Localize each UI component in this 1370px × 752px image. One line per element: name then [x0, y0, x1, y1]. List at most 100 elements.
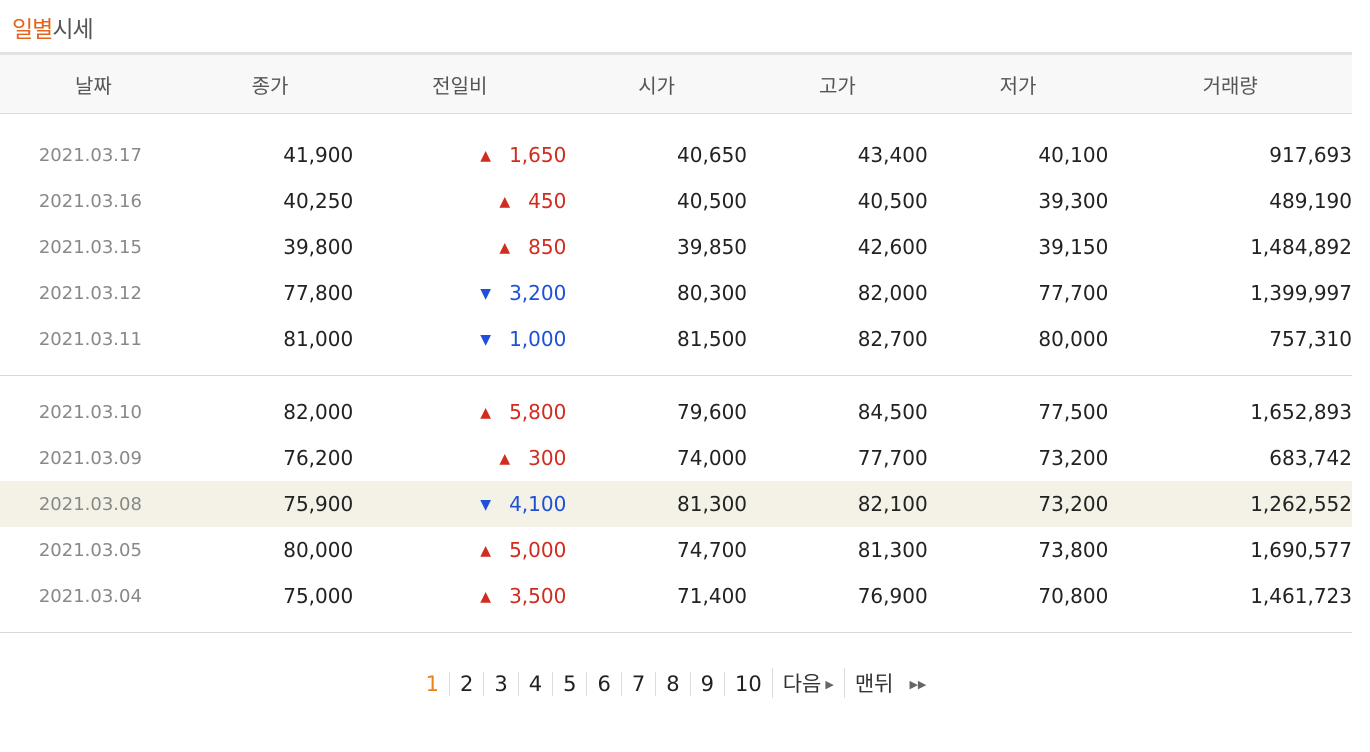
cell-low: 39,300	[1038, 189, 1109, 213]
cell-volume: 1,484,892	[1250, 235, 1352, 259]
cell-date: 2021.03.10	[38, 401, 142, 423]
cell-close: 80,000	[283, 538, 354, 562]
table-row: 2021.03.11 81,000 ▼ 1,000 81,500 82,700 80,000…	[0, 316, 1352, 362]
last-page-link[interactable]: 맨뒤 ▶▶	[843, 668, 937, 698]
change-value: 4,100	[509, 492, 567, 516]
cell-high: 42,600	[857, 235, 928, 259]
triangle-down-icon: ▼	[480, 332, 492, 348]
cell-close: 81,000	[283, 327, 354, 351]
page-link-1[interactable]: 1	[416, 672, 449, 696]
triangle-down-icon: ▼	[480, 286, 492, 302]
cell-low: 40,100	[1038, 143, 1109, 167]
cell-close: 39,800	[283, 235, 354, 259]
header-date: 날짜	[74, 73, 112, 98]
cell-volume: 1,461,723	[1250, 584, 1352, 608]
header-close: 종가	[251, 73, 289, 98]
change-value: 300	[528, 446, 567, 470]
page-link-6[interactable]: 6	[586, 672, 620, 696]
header-volume: 거래량	[1202, 73, 1258, 98]
next-page-link[interactable]: 다음 ▶	[771, 668, 844, 698]
table-row: 2021.03.05 80,000 ▲ 5,000 74,700 81,300 73,800…	[0, 527, 1352, 573]
last-page-label: 맨뒤	[854, 672, 894, 696]
cell-change: ▲ 300	[353, 435, 566, 481]
cell-open: 40,500	[677, 189, 748, 213]
change-value: 3,500	[509, 584, 567, 608]
cell-change: ▲ 450	[353, 178, 566, 224]
cell-open: 74,700	[677, 538, 748, 562]
triangle-down-icon: ▼	[480, 497, 492, 513]
cell-date: 2021.03.09	[38, 447, 142, 469]
page-link-4[interactable]: 4	[517, 672, 552, 696]
cell-date: 2021.03.12	[38, 282, 142, 304]
cell-close: 40,250	[283, 189, 354, 213]
cell-close: 77,800	[283, 281, 354, 305]
cell-change: ▲ 850	[353, 224, 566, 270]
page-link-5[interactable]: 5	[552, 672, 586, 696]
table-row: 2021.03.15 39,800 ▲ 850 39,850 42,600 39,150 1,…	[0, 224, 1352, 270]
cell-volume: 683,742	[1269, 446, 1352, 470]
cell-low: 73,200	[1038, 446, 1109, 470]
table-row: 2021.03.17 41,900 ▲ 1,650 40,650 43,400 40,100…	[0, 132, 1352, 178]
cell-close: 75,000	[283, 584, 354, 608]
cell-change: ▼ 3,200	[353, 270, 566, 316]
page-link-9[interactable]: 9	[689, 672, 724, 696]
cell-close: 75,900	[283, 492, 354, 516]
cell-high: 81,300	[857, 538, 928, 562]
cell-close: 41,900	[283, 143, 354, 167]
cell-change: ▲ 5,800	[353, 389, 566, 435]
cell-volume: 757,310	[1269, 327, 1352, 351]
cell-volume: 489,190	[1269, 189, 1352, 213]
cell-date: 2021.03.17	[38, 144, 142, 166]
cell-volume: 917,693	[1269, 143, 1352, 167]
cell-date: 2021.03.05	[38, 539, 142, 561]
row-spacer	[0, 362, 1352, 376]
page-link-10[interactable]: 10	[723, 672, 772, 696]
triangle-up-icon: ▲	[480, 405, 492, 421]
cell-volume: 1,652,893	[1250, 400, 1352, 424]
cell-date: 2021.03.11	[38, 328, 142, 350]
table-row: 2021.03.08 75,900 ▼ 4,100 81,300 82,100 73,200…	[0, 481, 1352, 527]
cell-date: 2021.03.08	[38, 493, 142, 515]
table-header-row: 날짜 종가 전일비 시가 고가 저가 거래량	[0, 53, 1352, 114]
header-open: 시가	[638, 73, 676, 98]
triangle-up-icon: ▲	[499, 451, 511, 467]
change-value: 1,000	[509, 327, 567, 351]
page-link-8[interactable]: 8	[655, 672, 689, 696]
page-link-3[interactable]: 3	[483, 672, 517, 696]
cell-close: 82,000	[283, 400, 354, 424]
cell-open: 79,600	[677, 400, 748, 424]
triangle-up-icon: ▲	[499, 194, 511, 210]
caret-right-icon: ▶	[825, 678, 834, 691]
header-high: 고가	[818, 73, 856, 98]
section-title-rest: 시세	[52, 17, 93, 43]
cell-change: ▲ 5,000	[353, 527, 566, 573]
cell-high: 84,500	[857, 400, 928, 424]
header-change: 전일비	[432, 73, 488, 98]
page-link-7[interactable]: 7	[620, 672, 655, 696]
cell-open: 80,300	[677, 281, 748, 305]
cell-high: 82,000	[857, 281, 928, 305]
cell-low: 80,000	[1038, 327, 1109, 351]
change-value: 1,650	[509, 143, 567, 167]
page-link-2[interactable]: 2	[448, 672, 483, 696]
cell-change: ▼ 4,100	[353, 481, 566, 527]
cell-open: 39,850	[677, 235, 748, 259]
table-row: 2021.03.12 77,800 ▼ 3,200 80,300 82,000 77,700…	[0, 270, 1352, 316]
cell-volume: 1,262,552	[1250, 492, 1352, 516]
cell-high: 40,500	[857, 189, 928, 213]
change-value: 850	[528, 235, 567, 259]
cell-date: 2021.03.04	[38, 585, 142, 607]
row-spacer	[0, 619, 1352, 633]
cell-low: 73,800	[1038, 538, 1109, 562]
section-title-accent: 일별	[12, 17, 53, 43]
cell-low: 77,500	[1038, 400, 1109, 424]
section-title: 일별시세	[12, 10, 94, 44]
row-spacer	[0, 114, 1352, 133]
cell-open: 74,000	[677, 446, 748, 470]
cell-low: 77,700	[1038, 281, 1109, 305]
change-value: 3,200	[509, 281, 567, 305]
cell-open: 40,650	[677, 143, 748, 167]
cell-change: ▼ 1,000	[353, 316, 566, 362]
cell-date: 2021.03.15	[38, 236, 142, 258]
cell-high: 82,100	[857, 492, 928, 516]
